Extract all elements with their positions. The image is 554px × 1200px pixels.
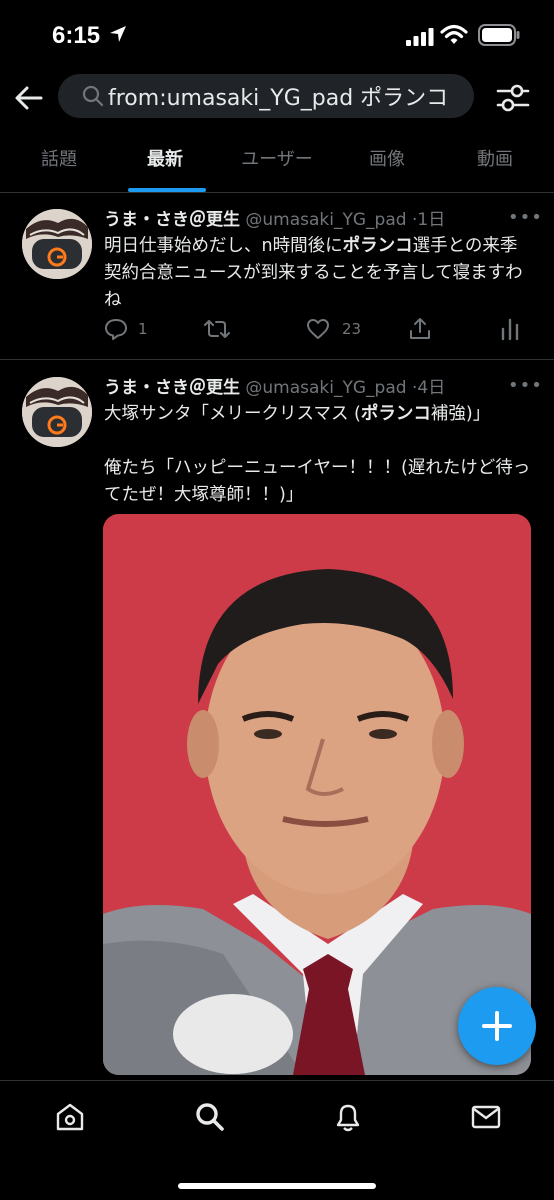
tab-label: 動画 [477, 149, 513, 170]
like-button[interactable]: 23 [306, 317, 361, 343]
home-icon[interactable] [54, 1101, 86, 1133]
analytics-button[interactable] [500, 317, 520, 343]
explore-icon[interactable] [194, 1101, 226, 1133]
tweet[interactable]: うま・さき＠更生 @umasaki_YG_pad ·4日 ••• 大塚サンタ「メ… [0, 361, 554, 1081]
reply-button[interactable]: 1 [104, 317, 148, 343]
battery-icon [478, 24, 520, 46]
reply-icon [105, 319, 127, 340]
tab-label: ユーザー [241, 149, 313, 170]
retweet-button[interactable] [204, 317, 230, 343]
tab-latest[interactable]: 最新 [110, 134, 220, 192]
more-options-icon[interactable]: ••• [508, 375, 542, 396]
tweet-header: うま・さき＠更生 @umasaki_YG_pad ·1日 [104, 205, 524, 231]
messages-icon[interactable] [470, 1101, 502, 1133]
active-tab-indicator [128, 188, 206, 192]
tweet-time[interactable]: 1日 [417, 210, 445, 230]
display-name[interactable]: うま・さき＠更生 [104, 210, 240, 230]
tab-label: 話題 [41, 149, 77, 170]
tweet-line: 大塚サンタ「メリークリスマス (ポランコ補強)」 [104, 401, 532, 428]
like-count: 23 [342, 320, 362, 338]
like-icon [307, 319, 329, 339]
avatar[interactable] [22, 209, 92, 279]
compose-icon [482, 1011, 512, 1041]
analytics-icon [501, 318, 519, 341]
tab-videos[interactable]: 動画 [440, 134, 550, 192]
tab-photos[interactable]: 画像 [332, 134, 442, 192]
tab-label: 画像 [369, 149, 405, 170]
highlighted-term: ポランコ [360, 404, 431, 424]
more-options-icon[interactable]: ••• [508, 207, 542, 228]
tweet-text-part: 明日仕事始めだし、n時間後に [104, 236, 343, 256]
compose-button[interactable] [458, 987, 536, 1065]
highlighted-term: ポランコ [342, 236, 413, 256]
tab-top[interactable]: 話題 [4, 134, 114, 192]
search-input[interactable] [108, 74, 468, 118]
tweet-time[interactable]: 4日 [417, 378, 445, 398]
search-icon [82, 85, 104, 107]
tweet-actions: 1 23 [104, 317, 524, 343]
signal-icon [406, 28, 434, 46]
notifications-icon[interactable] [332, 1101, 364, 1133]
user-handle[interactable]: @umasaki_YG_pad [245, 378, 406, 398]
tab-people[interactable]: ユーザー [222, 134, 332, 192]
tweet-text: 明日仕事始めだし、n時間後にポランコ選手との来季契約合意ニュースが到来することを… [104, 233, 532, 314]
tweet-text-part: 補強)」 [430, 404, 491, 424]
wifi-icon [440, 24, 468, 44]
tweet[interactable]: うま・さき＠更生 @umasaki_YG_pad ·1日 ••• 明日仕事始めだ… [0, 193, 554, 360]
filter-icon[interactable] [496, 82, 530, 114]
home-indicator [178, 1183, 376, 1189]
search-tabs: 話題 最新 ユーザー 画像 動画 [0, 134, 554, 193]
tweet-text-part: 大塚サンタ「メリークリスマス ( [104, 404, 361, 424]
user-handle[interactable]: @umasaki_YG_pad [245, 210, 406, 230]
retweet-icon [204, 320, 230, 338]
location-arrow-icon [110, 26, 126, 42]
tweet-text-part: 俺たち「ハッピーニューイヤー！！！(遅れたけど待ってたぜ！大塚尊師！！)」 [104, 458, 531, 505]
avatar[interactable] [22, 377, 92, 447]
share-button[interactable] [408, 317, 432, 343]
status-bar: 6:15 [0, 0, 554, 70]
status-time: 6:15 [52, 22, 101, 49]
tab-label: 最新 [147, 149, 183, 170]
share-icon [410, 318, 430, 339]
bottom-navigation [0, 1080, 554, 1200]
tweet-header: うま・さき＠更生 @umasaki_YG_pad ·4日 [104, 373, 524, 399]
reply-count: 1 [138, 320, 148, 338]
display-name[interactable]: うま・さき＠更生 [104, 378, 240, 398]
search-bar-row [0, 72, 554, 124]
tweet-text: 大塚サンタ「メリークリスマス (ポランコ補強)」 俺たち「ハッピーニューイヤー！… [104, 401, 532, 509]
search-box[interactable] [58, 74, 474, 118]
back-arrow-icon[interactable] [14, 84, 44, 112]
